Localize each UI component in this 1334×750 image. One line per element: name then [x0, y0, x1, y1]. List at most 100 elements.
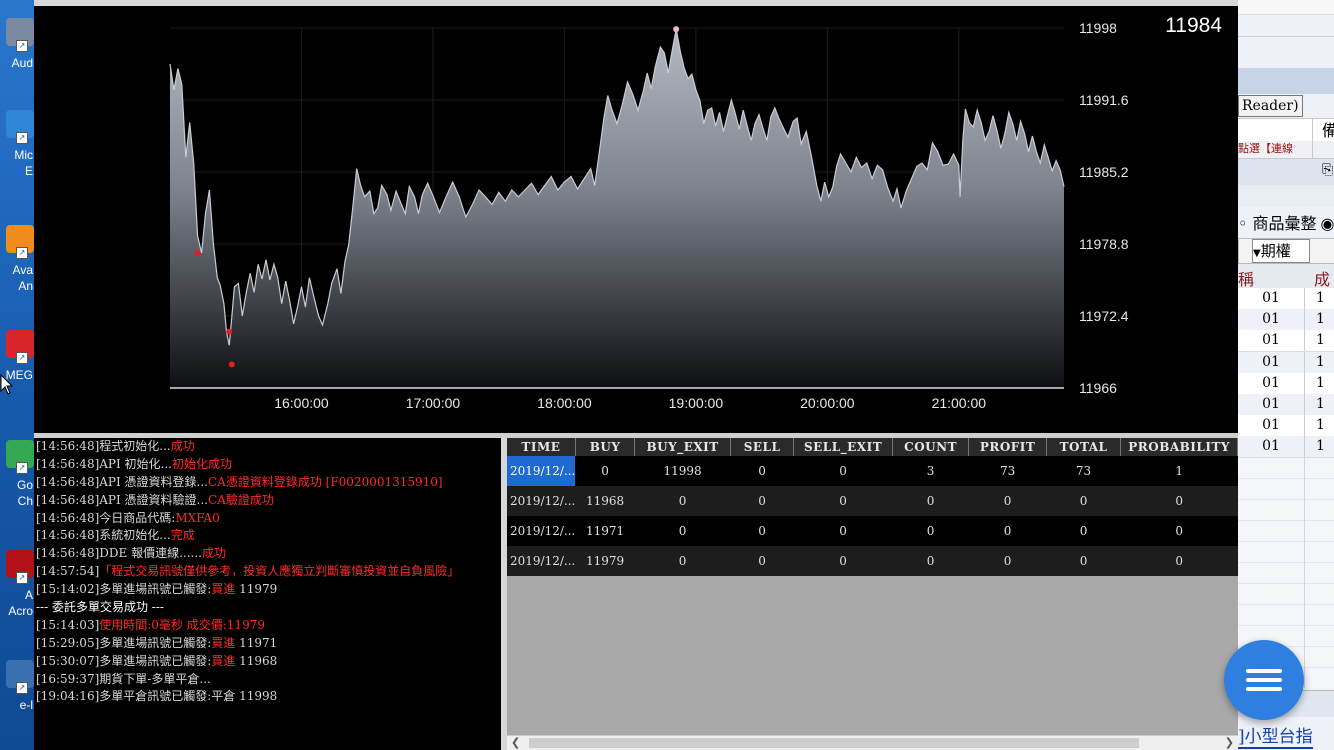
- x-tick-label: 17:00:00: [406, 395, 461, 411]
- table-cell[interactable]: 11979: [575, 546, 635, 576]
- quote-row[interactable]: 01 1: [1238, 351, 1334, 374]
- desktop-icon-label[interactable]: Aud: [0, 56, 34, 70]
- table-cell[interactable]: 0: [793, 516, 893, 546]
- quote-cell: 1: [1316, 374, 1325, 391]
- table-cell[interactable]: 0: [968, 546, 1047, 576]
- log-line: [19:04:16]多單平倉訊號已觸發:平倉 11998: [36, 689, 278, 704]
- desktop-icon-label[interactable]: An: [0, 279, 34, 293]
- shortcut-arrow-icon: ↗: [16, 40, 28, 52]
- table-cell[interactable]: 0: [1120, 546, 1238, 576]
- table-cell[interactable]: 0: [575, 456, 635, 486]
- table-cell[interactable]: 0: [634, 546, 731, 576]
- table-cell[interactable]: 2019/12/...: [507, 546, 576, 576]
- desktop-icon-label[interactable]: Mic: [0, 148, 34, 162]
- table-row[interactable]: 2019/12/... 0 11998 0 0 3 73 73 1: [507, 456, 1238, 486]
- table-cell[interactable]: 0: [1120, 486, 1238, 516]
- table-cell[interactable]: 11971: [575, 516, 635, 546]
- x-tick-label: 21:00:00: [932, 395, 987, 411]
- log-line: [14:56:48]系統初始化...完成: [36, 528, 195, 543]
- quote-cell: 01: [1262, 332, 1280, 349]
- table-row[interactable]: 2019/12/... 11971 0 0 0 0 0 0 0: [507, 516, 1238, 546]
- table-cell[interactable]: 0: [793, 486, 893, 516]
- table-cell[interactable]: 2019/12/...: [507, 516, 576, 546]
- log-line: [16:59:37]期貨下單-多單平倉...: [36, 671, 211, 686]
- export-icon[interactable]: ⎘: [1322, 162, 1333, 178]
- desktop-icon-label[interactable]: Acro: [0, 604, 34, 618]
- table-cell[interactable]: 0: [1046, 546, 1121, 576]
- dropdown-options[interactable]: ▼期權: [1252, 239, 1310, 263]
- table-cell[interactable]: 2019/12/...: [507, 486, 576, 516]
- table-header: TIME BUY BUY_EXIT SELL SELL_EXIT COUNT PROFIT T…: [507, 438, 1238, 456]
- quote-row[interactable]: 01 1: [1238, 309, 1334, 332]
- table-cell[interactable]: 0: [892, 486, 969, 516]
- trade-grid: TIME BUY BUY_EXIT SELL SELL_EXIT COUNT PROFIT T…: [507, 438, 1238, 750]
- table-cell[interactable]: 0: [634, 516, 731, 546]
- table-cell[interactable]: 2019/12/...: [507, 456, 576, 486]
- quote-cell: 01: [1262, 396, 1280, 412]
- quote-row[interactable]: 01 1: [1238, 330, 1334, 353]
- table-cell[interactable]: 0: [1120, 516, 1238, 546]
- table-cell[interactable]: 0: [1046, 516, 1121, 546]
- table-cell[interactable]: 73: [1046, 456, 1121, 486]
- table-cell[interactable]: 0: [968, 486, 1047, 516]
- column-header[interactable]: TOTAL: [1046, 438, 1122, 456]
- table-cell[interactable]: 0: [968, 516, 1047, 546]
- table-row[interactable]: 2019/12/... 11968 0 0 0 0 0 0 0: [507, 486, 1238, 516]
- table-cell[interactable]: 0: [793, 546, 893, 576]
- scroll-left-icon[interactable]: ❮: [511, 736, 520, 750]
- shortcut-arrow-icon: ↗: [16, 132, 28, 144]
- menu-fab-button[interactable]: [1224, 640, 1304, 720]
- column-header[interactable]: BUY_EXIT: [634, 438, 731, 456]
- column-header[interactable]: BUY: [575, 438, 636, 456]
- table-cell[interactable]: 0: [892, 516, 969, 546]
- radio-selected-icon[interactable]: ◉: [1321, 214, 1334, 233]
- table-cell[interactable]: 0: [1046, 486, 1121, 516]
- column-header[interactable]: PROBABILITY: [1120, 438, 1238, 456]
- quote-cell: 01: [1262, 438, 1280, 455]
- product-tab-mini-taiex[interactable]: ]小型台指: [1238, 722, 1313, 749]
- horizontal-scrollbar[interactable]: ❮ ❯: [507, 735, 1238, 750]
- shortcut-arrow-icon: ↗: [16, 352, 28, 364]
- log-line: [14:56:48]API 憑證資料驗證...CA驗證成功: [36, 492, 274, 507]
- desktop-icon-label[interactable]: Ava: [0, 263, 34, 277]
- desktop-icon-label[interactable]: Ch: [0, 494, 34, 508]
- cell-divider: [1304, 372, 1305, 394]
- table-cell[interactable]: 3: [892, 456, 969, 486]
- table-cell[interactable]: 0: [892, 546, 969, 576]
- table-cell[interactable]: 1: [1120, 456, 1238, 486]
- table-cell[interactable]: 11998: [634, 456, 731, 486]
- desktop-icon-label[interactable]: E: [0, 164, 34, 178]
- table-cell[interactable]: 0: [730, 456, 794, 486]
- scrollbar-thumb[interactable]: [529, 738, 1139, 748]
- table-row[interactable]: 2019/12/... 11979 0 0 0 0 0 0 0: [507, 546, 1238, 576]
- column-header[interactable]: COUNT: [892, 438, 970, 456]
- desktop-icon-label[interactable]: e-l: [0, 698, 34, 712]
- log-line: [15:30:07]多單進場訊號已觸發:買進 11968: [36, 653, 278, 668]
- table-cell[interactable]: 11968: [575, 486, 635, 516]
- desktop-icon-label[interactable]: A: [0, 588, 34, 602]
- menu-icon-bar: [1246, 687, 1282, 691]
- column-header[interactable]: SELL_EXIT: [793, 438, 893, 456]
- quote-cell: 1: [1316, 311, 1325, 328]
- table-cell[interactable]: 0: [634, 486, 731, 516]
- reader-button[interactable]: Reader): [1238, 95, 1303, 117]
- mouse-cursor-icon: [0, 374, 14, 395]
- table-cell[interactable]: 0: [730, 546, 794, 576]
- table-cell[interactable]: 73: [968, 456, 1047, 486]
- table-cell[interactable]: 0: [793, 456, 893, 486]
- column-header[interactable]: PROFIT: [968, 438, 1047, 456]
- cell-divider: [1304, 436, 1305, 458]
- quote-row[interactable]: 01 1: [1238, 394, 1334, 416]
- cell-divider: [1304, 351, 1305, 373]
- quote-row[interactable]: 01 1: [1238, 436, 1334, 459]
- radio-product-summary[interactable]: ◦ 商品彙整 ◉: [1238, 210, 1334, 234]
- scroll-right-icon[interactable]: ❯: [1225, 736, 1234, 750]
- quote-row[interactable]: 01 1: [1238, 288, 1334, 310]
- table-cell[interactable]: 0: [730, 486, 794, 516]
- desktop-icon-label[interactable]: Go: [0, 478, 34, 492]
- table-cell[interactable]: 0: [730, 516, 794, 546]
- column-header[interactable]: SELL: [730, 438, 795, 456]
- quote-row[interactable]: 01 1: [1238, 372, 1334, 395]
- quote-row[interactable]: 01 1: [1238, 415, 1334, 438]
- column-header[interactable]: TIME: [507, 438, 576, 456]
